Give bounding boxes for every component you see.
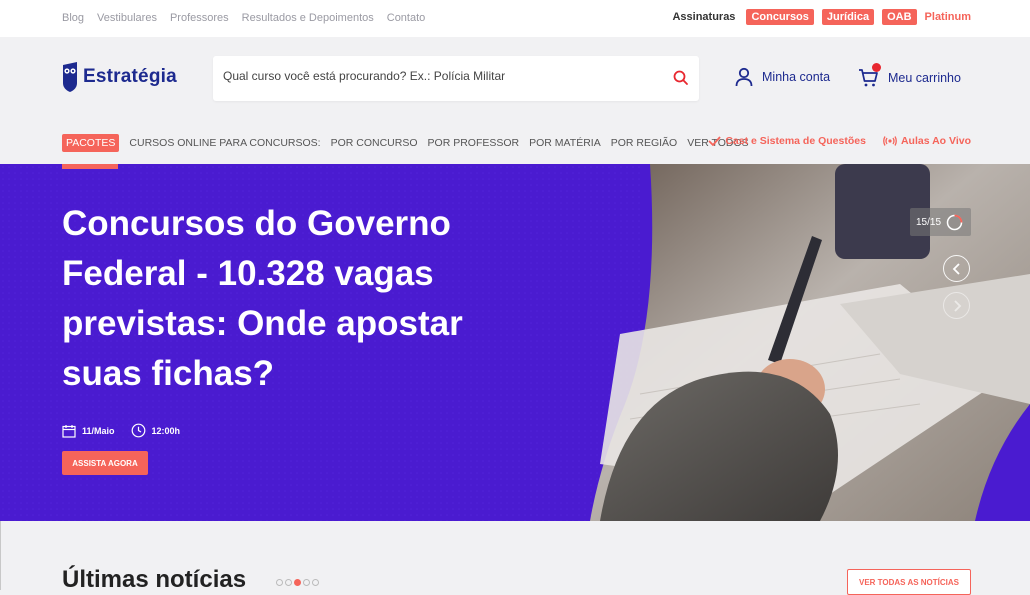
calendar-icon	[62, 424, 76, 438]
hero-meta: 11/Maio 12:00h	[62, 423, 180, 438]
category-nav: PACOTES CURSOS ONLINE PARA CONCURSOS: PO…	[62, 134, 749, 152]
news-dot-active[interactable]	[294, 579, 301, 586]
search-icon[interactable]	[672, 69, 690, 87]
watch-now-button[interactable]: ASSISTA AGORA	[62, 451, 148, 475]
news-dot[interactable]	[303, 579, 310, 586]
main-header: Estratégia Minha conta Meu carrinho PACO…	[0, 37, 1030, 164]
link-platinum[interactable]: Platinum	[925, 11, 971, 23]
top-nav: Blog Vestibulares Professores Resultados…	[62, 12, 425, 24]
top-link-professores[interactable]: Professores	[170, 12, 229, 24]
hero-time: 12:00h	[151, 425, 181, 436]
account-link[interactable]: Minha conta	[735, 67, 830, 87]
nav-por-regiao[interactable]: POR REGIÃO	[611, 137, 678, 149]
cast-link[interactable]: Cast e Sistema de Questões	[708, 135, 866, 147]
chevron-left-icon	[952, 262, 960, 275]
news-dot[interactable]	[276, 579, 283, 586]
nav-por-professor[interactable]: POR PROFESSOR	[428, 137, 520, 149]
subscriptions-nav: Assinaturas Concursos Jurídica OAB Plati…	[672, 9, 971, 25]
chevron-right-icon	[953, 299, 961, 312]
all-news-button[interactable]: VER TODAS AS NOTÍCIAS	[847, 569, 971, 595]
hero-date: 11/Maio	[82, 425, 115, 436]
top-link-vestibulares[interactable]: Vestibulares	[97, 12, 157, 24]
cart-label: Meu carrinho	[888, 70, 961, 85]
cart-icon-wrap	[858, 63, 881, 88]
cart-notification-dot	[872, 63, 881, 72]
subscriptions-label: Assinaturas	[672, 11, 736, 23]
cast-label: Cast e Sistema de Questões	[725, 135, 866, 147]
slide-next-button[interactable]	[943, 292, 970, 319]
nav-por-concurso[interactable]: POR CONCURSO	[331, 137, 418, 149]
top-link-resultados[interactable]: Resultados e Depoimentos	[242, 12, 374, 24]
broadcast-icon	[883, 136, 897, 146]
logo-text: Estratégia	[83, 66, 177, 87]
online-courses-label: CURSOS ONLINE PARA CONCURSOS:	[129, 137, 321, 149]
news-pagination	[276, 579, 319, 586]
clock-icon	[131, 423, 145, 438]
user-icon	[735, 67, 753, 87]
slide-prev-button[interactable]	[943, 255, 970, 282]
check-icon	[708, 136, 721, 146]
account-label: Minha conta	[762, 70, 831, 84]
top-bar: Blog Vestibulares Professores Resultados…	[0, 0, 1030, 37]
hero-banner[interactable]: Concursos do Governo Federal - 10.328 va…	[0, 164, 1030, 521]
packages-link[interactable]: PACOTES	[62, 134, 120, 152]
cart-link[interactable]: Meu carrinho	[858, 63, 961, 88]
slide-progress-icon	[946, 214, 963, 230]
owl-logo-icon	[63, 62, 77, 92]
search-box	[213, 56, 699, 101]
search-input[interactable]	[223, 69, 643, 83]
badge-concursos[interactable]: Concursos	[746, 9, 814, 25]
top-link-contato[interactable]: Contato	[387, 12, 426, 24]
news-dot[interactable]	[312, 579, 319, 586]
logo[interactable]: Estratégia	[62, 61, 177, 93]
live-classes-link[interactable]: Aulas Ao Vivo	[883, 135, 971, 147]
badge-oab[interactable]: OAB	[882, 9, 917, 25]
top-link-blog[interactable]: Blog	[62, 12, 84, 24]
badge-juridica[interactable]: Jurídica	[821, 9, 875, 25]
slide-counter-text: 15/15	[916, 216, 942, 228]
news-dot[interactable]	[285, 579, 292, 586]
live-label: Aulas Ao Vivo	[900, 135, 971, 147]
slide-counter: 15/15	[910, 208, 971, 236]
hero-title: Concursos do Governo Federal - 10.328 va…	[62, 204, 463, 393]
nav-por-materia[interactable]: POR MATÉRIA	[529, 137, 601, 149]
hero-tab-indicator	[62, 164, 118, 169]
feature-links: Cast e Sistema de Questões Aulas Ao Vivo	[708, 135, 971, 147]
